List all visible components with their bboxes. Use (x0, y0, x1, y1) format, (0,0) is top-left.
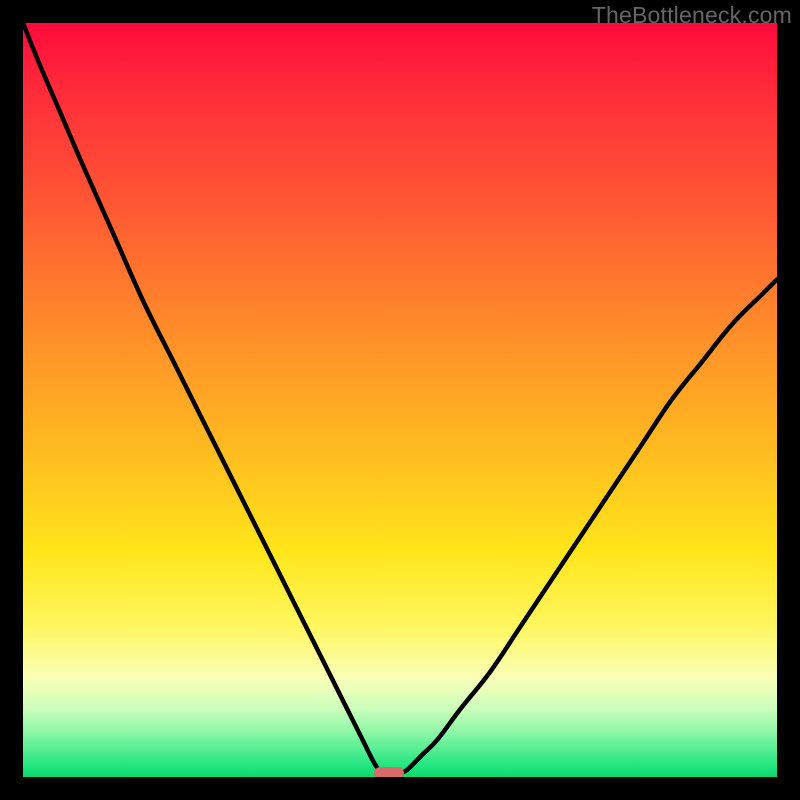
curve-layer (23, 23, 777, 777)
watermark-text: TheBottleneck.com (592, 2, 792, 29)
left-curve (23, 23, 381, 773)
plot-area (23, 23, 777, 777)
bottleneck-marker (374, 767, 404, 777)
right-curve (400, 279, 777, 773)
chart-container: TheBottleneck.com (0, 0, 800, 800)
